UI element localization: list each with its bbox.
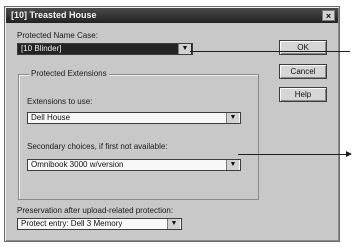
protected-name-value: [10 Blinder] <box>21 44 62 53</box>
pointer-line-bottom <box>238 154 346 155</box>
extensions-to-use-value: Dell House <box>31 113 71 122</box>
window-title: [10] Treasted House <box>11 10 97 20</box>
secondary-choices-label: Secondary choices, if first not availabl… <box>27 142 168 151</box>
chevron-down-icon: ▼ <box>226 113 239 123</box>
protected-extensions-group <box>18 74 259 200</box>
window-title-bar: [10] Treasted House × <box>6 8 338 23</box>
close-icon[interactable]: × <box>322 10 335 21</box>
close-label: × <box>325 11 332 21</box>
secondary-choices-select[interactable]: Omnibook 3000 w/version ▼ <box>27 159 241 171</box>
preservation-label: Preservation after upload-related protec… <box>17 206 174 215</box>
chevron-down-icon: ▼ <box>226 160 239 170</box>
screenshot-stage: [10] Treasted House × Protected Name Cas… <box>0 0 360 247</box>
protected-name-select[interactable]: [10 Blinder] ▼ <box>17 43 193 55</box>
help-button[interactable]: Help <box>279 87 327 102</box>
ok-button[interactable]: OK <box>279 40 327 55</box>
chevron-down-icon: ▼ <box>167 219 180 229</box>
protected-extensions-title: Protected Extensions <box>29 69 109 78</box>
arrow-pointer-icon <box>346 151 352 157</box>
preservation-value: Protect entry: Dell 3 Memory <box>21 219 123 228</box>
preservation-select[interactable]: Protect entry: Dell 3 Memory ▼ <box>17 218 182 230</box>
pointer-line-top <box>190 51 350 52</box>
cancel-button[interactable]: Cancel <box>279 64 327 79</box>
extensions-to-use-select[interactable]: Dell House ▼ <box>27 112 241 124</box>
chevron-down-icon: ▼ <box>178 44 191 54</box>
secondary-choices-value: Omnibook 3000 w/version <box>31 160 124 169</box>
protected-name-label: Protected Name Case: <box>17 31 98 40</box>
protected-name-dialog: [10] Treasted House × Protected Name Cas… <box>4 6 340 242</box>
extensions-to-use-label: Extensions to use: <box>27 97 93 106</box>
